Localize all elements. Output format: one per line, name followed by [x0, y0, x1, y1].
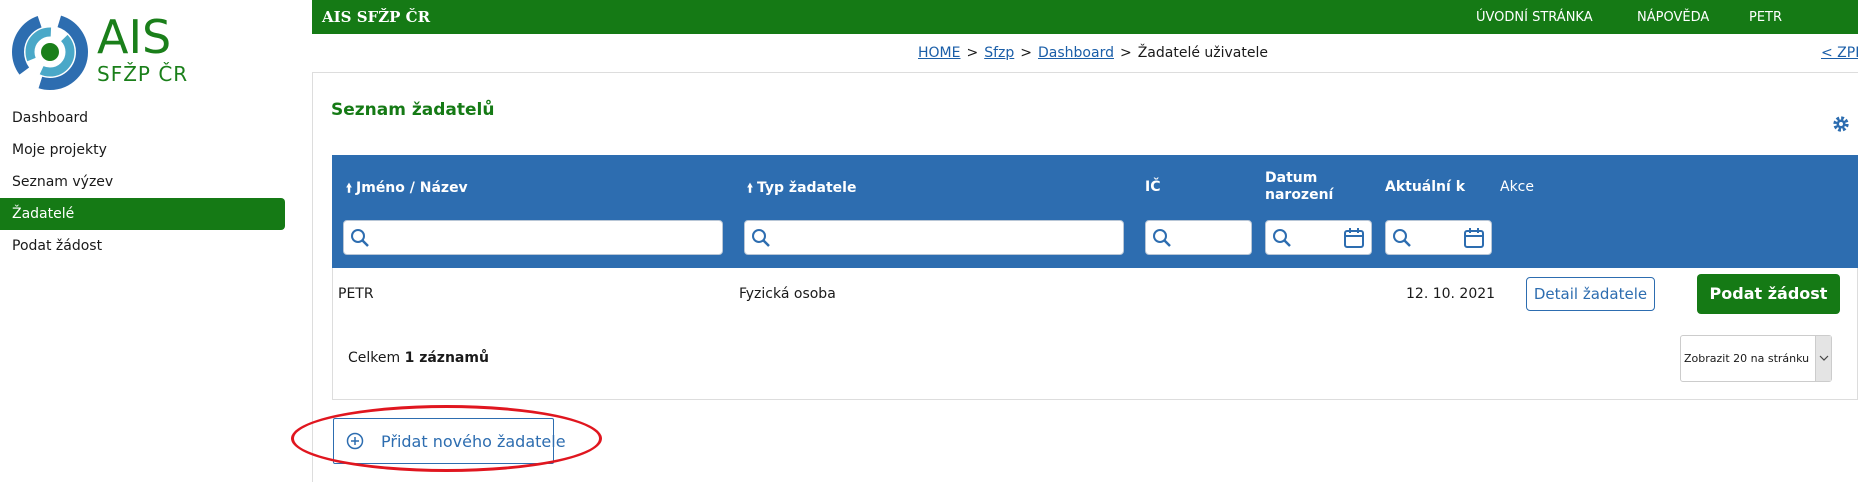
filter-birth-date-input[interactable] — [1265, 220, 1372, 255]
nav-home-link[interactable]: ÚVODNÍ STRÁNKA — [1476, 10, 1593, 25]
breadcrumb-dashboard[interactable]: Dashboard — [1038, 45, 1114, 61]
page-size-label: Zobrazit 20 na stránku — [1684, 352, 1810, 365]
logo-title: AIS — [97, 10, 172, 64]
row-name: PETR — [338, 286, 374, 302]
plus-circle-icon — [346, 432, 364, 450]
submit-application-button[interactable]: Podat žádost — [1697, 274, 1840, 314]
sidebar-nav: Dashboard Moje projekty Seznam výzev Žad… — [0, 102, 285, 262]
top-bar: AIS SFŽP ČR ÚVODNÍ STRÁNKA NÁPOVĚDA PETR — [312, 0, 1858, 34]
calendar-icon[interactable] — [1463, 227, 1485, 249]
column-header-actions: Akce — [1500, 179, 1534, 195]
column-header-current[interactable]: Aktuální k — [1385, 179, 1465, 195]
nav-help-link[interactable]: NÁPOVĚDA — [1637, 10, 1709, 25]
search-icon — [752, 229, 770, 247]
column-header-type[interactable]: 🠙 Typ žadatele — [747, 179, 856, 200]
breadcrumb: HOME > Sfzp > Dashboard > Žadatelé uživatele — [918, 45, 1268, 61]
sidebar-item-dashboard[interactable]: Dashboard — [0, 102, 285, 134]
column-header-ic[interactable]: IČ — [1145, 179, 1160, 195]
search-icon — [1273, 229, 1291, 247]
chevron-down-icon — [1815, 336, 1831, 381]
app-brand[interactable]: AIS SFŽP ČR — [322, 8, 430, 26]
row-current-date: 12. 10. 2021 — [1406, 286, 1496, 302]
breadcrumb-sfzp[interactable]: Sfzp — [984, 45, 1014, 61]
sidebar-item-submit-application[interactable]: Podat žádost — [0, 230, 285, 262]
breadcrumb-separator: > — [1020, 45, 1033, 61]
calendar-icon[interactable] — [1343, 227, 1365, 249]
add-applicant-button[interactable]: Přidat nového žadatele — [333, 418, 566, 464]
filter-ic-input[interactable] — [1145, 220, 1252, 255]
sidebar: AIS SFŽP ČR Dashboard Moje projekty Sezn… — [0, 0, 300, 473]
sidebar-item-my-projects[interactable]: Moje projekty — [0, 134, 285, 166]
sidebar-item-applicants[interactable]: Žadatelé — [0, 198, 285, 230]
search-icon — [351, 229, 369, 247]
column-header-name[interactable]: 🠙 Jméno / Název — [346, 179, 468, 200]
back-link[interactable]: < ZPĚ — [1821, 45, 1858, 61]
search-icon — [1393, 229, 1411, 247]
filter-type-input[interactable] — [744, 220, 1124, 255]
page-title: Seznam žadatelů — [331, 100, 495, 120]
user-menu[interactable]: PETR — [1749, 10, 1782, 25]
search-icon — [1153, 229, 1171, 247]
gear-icon[interactable] — [1832, 115, 1850, 133]
applicant-detail-button[interactable]: Detail žadatele — [1526, 277, 1655, 311]
add-applicant-label: Přidat nového žadatele — [381, 432, 566, 451]
sort-up-icon: 🠙 — [747, 181, 754, 195]
row-type: Fyzická osoba — [739, 286, 836, 302]
breadcrumb-home[interactable]: HOME — [918, 45, 960, 61]
total-records: Celkem 1 záznamů — [348, 350, 489, 366]
logo-subtitle: SFŽP ČR — [97, 62, 189, 86]
breadcrumb-separator: > — [1119, 45, 1132, 61]
ais-logo-icon — [12, 14, 88, 90]
column-header-birth-date[interactable]: Datum narození — [1265, 170, 1333, 204]
sidebar-item-calls[interactable]: Seznam výzev — [0, 166, 285, 198]
ais-logo[interactable]: AIS SFŽP ČR — [10, 12, 210, 92]
sort-up-icon: 🠙 — [346, 181, 353, 195]
breadcrumb-separator: > — [966, 45, 979, 61]
filter-current-input[interactable] — [1385, 220, 1492, 255]
breadcrumb-current: Žadatelé uživatele — [1137, 45, 1268, 61]
page-size-select[interactable]: Zobrazit 20 na stránku — [1680, 335, 1832, 382]
filter-name-input[interactable] — [343, 220, 723, 255]
